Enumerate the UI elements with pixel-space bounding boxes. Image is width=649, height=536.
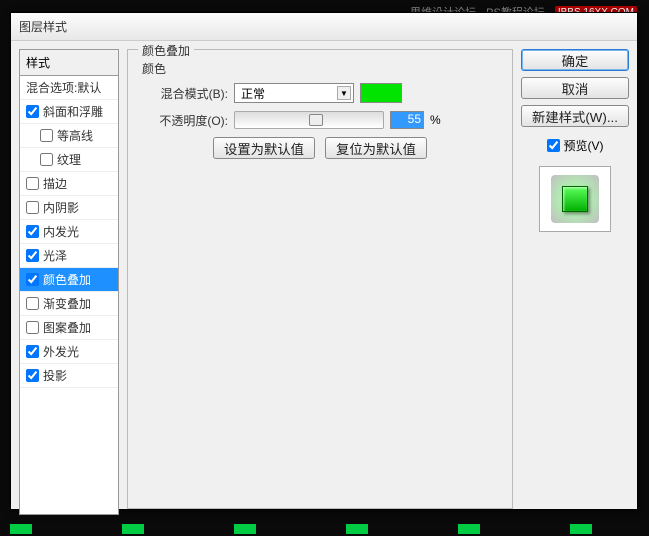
dialog-title: 图层样式 [19, 18, 67, 35]
style-item-label: 等高线 [57, 127, 93, 144]
style-item-checkbox[interactable] [26, 321, 39, 334]
style-item-label: 图案叠加 [43, 319, 91, 336]
style-item-label: 内发光 [43, 223, 79, 240]
style-item-label: 纹理 [57, 151, 81, 168]
slider-thumb[interactable] [309, 114, 323, 126]
ok-button[interactable]: 确定 [521, 49, 629, 71]
style-item-4[interactable]: 描边 [20, 172, 118, 196]
style-item-9[interactable]: 渐变叠加 [20, 292, 118, 316]
cancel-button[interactable]: 取消 [521, 77, 629, 99]
style-item-label: 斜面和浮雕 [43, 103, 103, 120]
sub-legend: 颜色 [142, 60, 498, 77]
style-item-3[interactable]: 纹理 [20, 148, 118, 172]
style-item-12[interactable]: 投影 [20, 364, 118, 388]
style-item-checkbox[interactable] [26, 249, 39, 262]
style-item-0[interactable]: 混合选项:默认 [20, 76, 118, 100]
style-item-5[interactable]: 内阴影 [20, 196, 118, 220]
style-item-11[interactable]: 外发光 [20, 340, 118, 364]
style-item-8[interactable]: 颜色叠加 [20, 268, 118, 292]
style-item-checkbox[interactable] [26, 345, 39, 358]
style-item-label: 内阴影 [43, 199, 79, 216]
opacity-unit: % [430, 113, 441, 127]
blend-mode-label: 混合模式(B): [142, 85, 228, 102]
style-item-label: 外发光 [43, 343, 79, 360]
opacity-slider[interactable] [234, 111, 384, 129]
style-item-checkbox[interactable] [26, 369, 39, 382]
style-item-7[interactable]: 光泽 [20, 244, 118, 268]
preview-cube [562, 186, 588, 212]
style-item-label: 混合选项:默认 [26, 79, 101, 96]
color-overlay-fieldset: 颜色叠加 颜色 混合模式(B): 正常 ▼ 不透明度(O): 55 [127, 49, 513, 509]
style-item-checkbox[interactable] [40, 153, 53, 166]
reset-default-button[interactable]: 复位为默认值 [325, 137, 427, 159]
opacity-label: 不透明度(O): [142, 112, 228, 129]
preview-checkbox[interactable] [547, 139, 560, 152]
preview-label: 预览(V) [564, 137, 604, 154]
layer-style-dialog: 图层样式 样式 混合选项:默认斜面和浮雕等高线纹理描边内阴影内发光光泽颜色叠加渐… [10, 12, 638, 510]
color-swatch[interactable] [360, 83, 402, 103]
style-item-1[interactable]: 斜面和浮雕 [20, 100, 118, 124]
styles-header: 样式 [19, 49, 119, 75]
style-item-checkbox[interactable] [40, 129, 53, 142]
style-item-label: 投影 [43, 367, 67, 384]
chevron-down-icon: ▼ [337, 86, 351, 100]
style-item-6[interactable]: 内发光 [20, 220, 118, 244]
style-item-label: 描边 [43, 175, 67, 192]
styles-list: 混合选项:默认斜面和浮雕等高线纹理描边内阴影内发光光泽颜色叠加渐变叠加图案叠加外… [19, 75, 119, 515]
style-item-label: 颜色叠加 [43, 271, 91, 288]
style-item-checkbox[interactable] [26, 201, 39, 214]
style-item-checkbox[interactable] [26, 273, 39, 286]
blend-mode-value: 正常 [241, 85, 265, 102]
dialog-titlebar[interactable]: 图层样式 [11, 13, 637, 41]
style-item-10[interactable]: 图案叠加 [20, 316, 118, 340]
blend-mode-dropdown[interactable]: 正常 ▼ [234, 83, 354, 103]
style-item-label: 光泽 [43, 247, 67, 264]
style-item-checkbox[interactable] [26, 105, 39, 118]
new-style-button[interactable]: 新建样式(W)... [521, 105, 629, 127]
opacity-input[interactable]: 55 [390, 111, 424, 129]
style-item-checkbox[interactable] [26, 297, 39, 310]
fieldset-legend: 颜色叠加 [138, 42, 194, 59]
preview-box [539, 166, 611, 232]
style-item-checkbox[interactable] [26, 177, 39, 190]
set-default-button[interactable]: 设置为默认值 [213, 137, 315, 159]
style-item-checkbox[interactable] [26, 225, 39, 238]
background-decor [10, 524, 592, 534]
style-item-label: 渐变叠加 [43, 295, 91, 312]
style-item-2[interactable]: 等高线 [20, 124, 118, 148]
